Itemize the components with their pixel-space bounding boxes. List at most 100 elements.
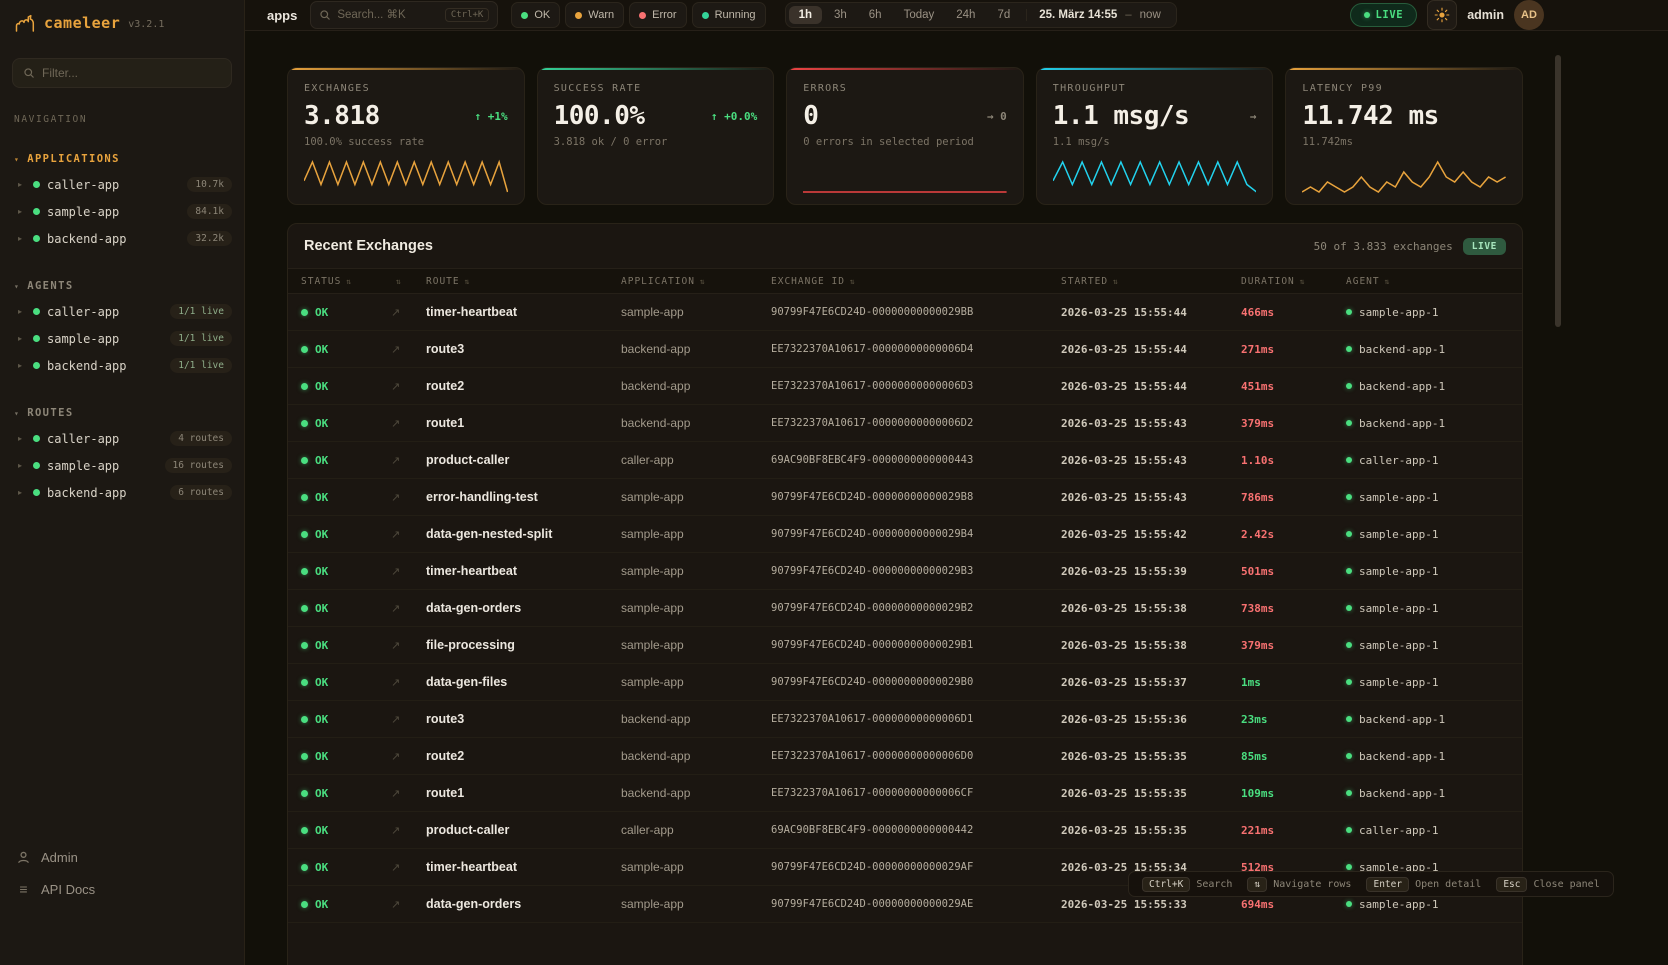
route-cell: route2 <box>426 379 621 393</box>
table-row[interactable]: OK ↗ route1 backend-app EE7322370A10617-… <box>288 775 1522 812</box>
sidebar-item[interactable]: ▸ caller-app 4 routes <box>0 425 244 452</box>
table-row[interactable]: OK ↗ timer-heartbeat sample-app 90799F47… <box>288 294 1522 331</box>
stat-subtext: 11.742ms <box>1302 136 1506 148</box>
table-row[interactable]: OK ↗ route3 backend-app EE7322370A10617-… <box>288 331 1522 368</box>
application-cell: backend-app <box>621 786 771 800</box>
section-header-agents[interactable]: ▾ AGENTS <box>14 280 230 292</box>
sort-icon: ⇅ <box>1300 277 1306 286</box>
api-docs-link[interactable]: ≡ API Docs <box>0 873 244 905</box>
table-row[interactable]: OK ↗ route2 backend-app EE7322370A10617-… <box>288 738 1522 775</box>
status-filter-chip[interactable]: Running <box>692 2 766 28</box>
scrollbar[interactable] <box>1555 55 1561 327</box>
sidebar-item[interactable]: ▸ backend-app 32.2k <box>0 225 244 252</box>
caret-right-icon: ▸ <box>18 307 26 316</box>
route-kind-icon: ↗ <box>391 787 426 800</box>
table-row[interactable]: OK ↗ file-processing sample-app 90799F47… <box>288 627 1522 664</box>
table-row[interactable]: OK ↗ data-gen-orders sample-app 90799F47… <box>288 590 1522 627</box>
agent-label: backend-app-1 <box>1359 787 1445 800</box>
time-range-button[interactable]: 24h <box>946 6 985 24</box>
live-toggle-button[interactable]: LIVE <box>1350 3 1418 27</box>
sidebar-item[interactable]: ▸ sample-app 84.1k <box>0 198 244 225</box>
started-cell: 2026-03-25 15:55:33 <box>1061 898 1241 911</box>
duration-cell: 738ms <box>1241 602 1346 615</box>
agent-dot <box>1346 790 1352 796</box>
status-cell: OK <box>301 824 391 837</box>
column-header[interactable]: AGENT ⇅ <box>1346 276 1509 287</box>
column-header[interactable]: APPLICATION ⇅ <box>621 276 771 287</box>
section-header-routes[interactable]: ▾ ROUTES <box>14 407 230 419</box>
admin-link[interactable]: Admin <box>0 841 244 873</box>
status-dot <box>301 568 308 575</box>
table-row[interactable]: OK ↗ route3 backend-app EE7322370A10617-… <box>288 701 1522 738</box>
app-root: cameleer v3.2.1 NAVIGATION ▾ APPLICATION… <box>0 0 1668 965</box>
sidebar-item[interactable]: ▸ backend-app 6 routes <box>0 479 244 506</box>
route-cell: timer-heartbeat <box>426 564 621 578</box>
exchange-id-cell: 90799F47E6CD24D-00000000000029B3 <box>771 565 1061 577</box>
section-header-applications[interactable]: ▾ APPLICATIONS <box>14 153 230 165</box>
status-dot <box>301 383 308 390</box>
time-range-button[interactable]: Today <box>894 6 945 24</box>
sidebar-item[interactable]: ▸ caller-app 10.7k <box>0 171 244 198</box>
column-label: AGENT <box>1346 276 1380 287</box>
theme-toggle-button[interactable] <box>1427 0 1457 30</box>
exchange-id-cell: 90799F47E6CD24D-00000000000029AE <box>771 898 1061 910</box>
search-input[interactable] <box>337 9 429 21</box>
agent-cell: sample-app-1 <box>1346 491 1509 504</box>
status-filter-chip[interactable]: Error <box>629 2 686 28</box>
column-header[interactable]: ROUTE ⇅ <box>426 276 621 287</box>
status-cell: OK <box>301 417 391 430</box>
sidebar-filter[interactable] <box>12 58 232 88</box>
agent-dot <box>1346 309 1352 315</box>
status-dot <box>33 489 40 496</box>
time-range-button[interactable]: 3h <box>824 6 857 24</box>
sidebar-item-label: caller-app <box>47 305 119 319</box>
column-header[interactable]: DURATION ⇅ <box>1241 276 1346 287</box>
sidebar-item[interactable]: ▸ caller-app 1/1 live <box>0 298 244 325</box>
card-accent-bar <box>538 68 774 70</box>
exchange-id-cell: 69AC90BF8EBC4F9-0000000000000442 <box>771 824 1061 836</box>
status-label: OK <box>315 380 328 393</box>
table-row[interactable]: OK ↗ route2 backend-app EE7322370A10617-… <box>288 368 1522 405</box>
column-header[interactable]: ⇅ <box>391 277 426 286</box>
status-filter-chip[interactable]: OK <box>511 2 560 28</box>
sidebar-item-label: sample-app <box>47 205 119 219</box>
table-row[interactable]: OK ↗ data-gen-files sample-app 90799F47E… <box>288 664 1522 701</box>
time-range-button[interactable]: 6h <box>859 6 892 24</box>
table-row[interactable]: OK ↗ product-caller caller-app 69AC90BF8… <box>288 812 1522 849</box>
route-kind-icon: ↗ <box>391 528 426 541</box>
caret-right-icon: ▸ <box>18 180 26 189</box>
global-search[interactable]: Ctrl+K <box>310 1 498 29</box>
sort-icon: ⇅ <box>850 277 856 286</box>
search-icon <box>319 9 331 21</box>
time-range-button[interactable]: 7d <box>987 6 1020 24</box>
status-filter-chip[interactable]: Warn <box>565 2 624 28</box>
table-row[interactable]: OK ↗ data-gen-nested-split sample-app 90… <box>288 516 1522 553</box>
user-icon <box>16 850 31 865</box>
avatar[interactable]: AD <box>1514 0 1544 30</box>
list-icon: ≡ <box>16 881 31 897</box>
table-row[interactable]: OK ↗ product-caller caller-app 69AC90BF8… <box>288 442 1522 479</box>
sidebar-item[interactable]: ▸ sample-app 16 routes <box>0 452 244 479</box>
status-filter-dot <box>702 12 709 19</box>
time-to[interactable]: now <box>1140 9 1161 21</box>
table-row[interactable]: OK ↗ timer-heartbeat sample-app 90799F47… <box>288 553 1522 590</box>
started-cell: 2026-03-25 15:55:37 <box>1061 676 1241 689</box>
stat-card: THROUGHPUT 1.1 msg/s → 1.1 msg/s <box>1036 67 1274 205</box>
sidebar-item[interactable]: ▸ backend-app 1/1 live <box>0 352 244 379</box>
started-cell: 2026-03-25 15:55:44 <box>1061 306 1241 319</box>
table-row[interactable]: OK ↗ route1 backend-app EE7322370A10617-… <box>288 405 1522 442</box>
application-cell: backend-app <box>621 379 771 393</box>
time-range-button[interactable]: 1h <box>789 6 822 24</box>
column-header[interactable]: EXCHANGE ID ⇅ <box>771 276 1061 287</box>
stat-trend: → <box>1250 110 1257 123</box>
column-header[interactable]: STATUS ⇅ <box>301 276 391 287</box>
status-label: OK <box>315 417 328 430</box>
panel-title: Recent Exchanges <box>304 238 433 254</box>
sidebar-filter-input[interactable] <box>42 66 221 80</box>
column-header[interactable]: STARTED ⇅ <box>1061 276 1241 287</box>
table-row[interactable]: OK ↗ error-handling-test sample-app 9079… <box>288 479 1522 516</box>
route-kind-icon: ↗ <box>391 824 426 837</box>
search-icon <box>23 67 35 79</box>
status-label: OK <box>315 750 328 763</box>
sidebar-item[interactable]: ▸ sample-app 1/1 live <box>0 325 244 352</box>
